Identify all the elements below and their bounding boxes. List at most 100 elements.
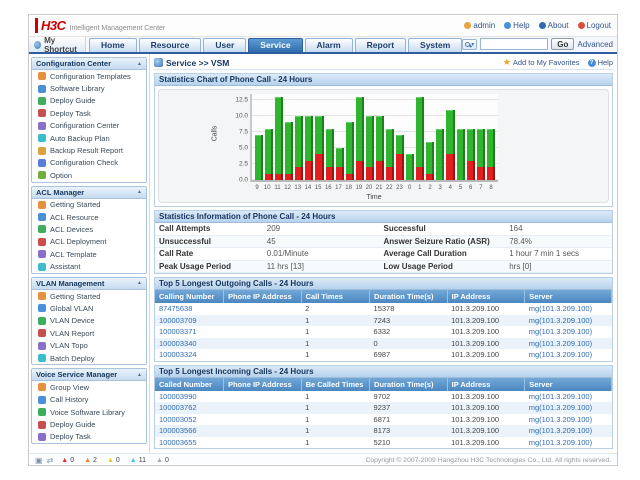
number-link[interactable]: 100003371	[155, 326, 223, 338]
chart-panel: Statistics Chart of Phone Call - 24 Hour…	[154, 73, 613, 207]
column-header-be-called-times[interactable]: Be Called Times	[301, 378, 369, 391]
tab-resource[interactable]: Resource	[139, 38, 202, 52]
collapse-icon[interactable]: ▲	[137, 61, 142, 67]
number-link[interactable]: 100003340	[155, 338, 223, 350]
number-link[interactable]: 100003762	[155, 402, 223, 414]
number-link[interactable]: 100003709	[155, 315, 223, 327]
number-link[interactable]: 100003990	[155, 391, 223, 403]
collapse-icon[interactable]: ▲	[137, 372, 142, 378]
sidebar-item-acl-devices[interactable]: ACL Devices	[32, 223, 146, 235]
server-link[interactable]: mg(101.3.209.100)	[525, 349, 612, 361]
server-link[interactable]: mg(101.3.209.100)	[525, 338, 612, 350]
stats-panel-title: Statistics Information of Phone Call - 2…	[155, 211, 612, 223]
sidebar-section-header-voice-service-manager[interactable]: Voice Service Manager▲	[32, 369, 146, 381]
sidebar-item-assistant[interactable]: Assistant	[32, 260, 146, 272]
number-link[interactable]: 87475638	[155, 303, 223, 315]
sidebar: Configuration Center▲Configuration Templ…	[29, 54, 150, 453]
server-link[interactable]: mg(101.3.209.100)	[525, 425, 612, 437]
admin-link[interactable]: admin	[464, 21, 495, 30]
logout-link[interactable]: Logout	[578, 21, 611, 30]
sidebar-item-global-vlan[interactable]: Global VLAN	[32, 302, 146, 314]
info-alarm-indicator[interactable]: ▲0	[156, 457, 169, 464]
number-link[interactable]: 100003566	[155, 425, 223, 437]
sidebar-section-header-vlan-management[interactable]: VLAN Management▲	[32, 278, 146, 290]
server-link[interactable]: mg(101.3.209.100)	[525, 303, 612, 315]
minor-alarm-indicator[interactable]: ▲0	[107, 457, 120, 464]
sidebar-item-configuration-templates[interactable]: Configuration Templates	[32, 70, 146, 82]
sidebar-item-backup-result-report[interactable]: Backup Result Report	[32, 144, 146, 156]
sidebar-section-header-acl-manager[interactable]: ACL Manager▲	[32, 187, 146, 199]
major-alarm-indicator[interactable]: ▲2	[84, 457, 97, 464]
column-header-server[interactable]: Server	[525, 378, 612, 391]
table-cell: 101.3.209.100	[447, 425, 525, 437]
sidebar-item-software-library[interactable]: Software Library	[32, 82, 146, 94]
column-header-phone-ip-address[interactable]: Phone IP Address	[223, 378, 301, 391]
search-input[interactable]	[480, 38, 548, 50]
column-header-ip-address[interactable]: IP Address	[447, 290, 525, 303]
stat-value: 11 hrs [13]	[267, 262, 384, 271]
sidebar-item-auto-backup-plan[interactable]: Auto Backup Plan	[32, 132, 146, 144]
table-cell: 9702	[370, 391, 448, 403]
bar-hour-13	[295, 116, 303, 180]
my-shortcut-button[interactable]: My Shortcut	[29, 37, 86, 52]
column-header-duration-time-s[interactable]: Duration Time(s)	[370, 290, 448, 303]
sidebar-item-batch-deploy[interactable]: Batch Deploy	[32, 352, 146, 364]
sidebar-item-option[interactable]: Option	[32, 169, 146, 181]
server-link[interactable]: mg(101.3.209.100)	[525, 414, 612, 426]
sidebar-item-acl-deployment[interactable]: ACL Deployment	[32, 236, 146, 248]
tab-report[interactable]: Report	[355, 38, 406, 52]
column-header-phone-ip-address[interactable]: Phone IP Address	[223, 290, 301, 303]
sidebar-item-acl-resource[interactable]: ACL Resource	[32, 211, 146, 223]
column-header-server[interactable]: Server	[525, 290, 612, 303]
column-header-calling-number[interactable]: Calling Number	[155, 290, 223, 303]
search-advanced-link[interactable]: Advanced	[577, 40, 613, 49]
server-link[interactable]: mg(101.3.209.100)	[525, 437, 612, 449]
sidebar-item-deploy-guide[interactable]: Deploy Guide	[32, 418, 146, 430]
help-link[interactable]: Help	[504, 21, 529, 30]
tab-home[interactable]: Home	[89, 38, 137, 52]
sidebar-item-configuration-check[interactable]: Configuration Check	[32, 157, 146, 169]
critical-alarm-indicator[interactable]: ▲0	[61, 457, 74, 464]
sidebar-item-group-view[interactable]: Group View	[32, 381, 146, 393]
column-header-duration-time-s[interactable]: Duration Time(s)	[370, 378, 448, 391]
sidebar-item-configuration-center[interactable]: Configuration Center	[32, 120, 146, 132]
column-header-call-times[interactable]: Call Times	[301, 290, 369, 303]
sidebar-item-vlan-topo[interactable]: VLAN Topo	[32, 339, 146, 351]
server-link[interactable]: mg(101.3.209.100)	[525, 315, 612, 327]
table-cell: 6332	[370, 326, 448, 338]
column-header-called-number[interactable]: Called Number	[155, 378, 223, 391]
sidebar-item-call-history[interactable]: Call History	[32, 394, 146, 406]
sidebar-item-deploy-task[interactable]: Deploy Task	[32, 107, 146, 119]
tab-user[interactable]: User	[203, 38, 246, 52]
acl-devices-icon	[38, 225, 46, 233]
sidebar-item-getting-started[interactable]: Getting Started	[32, 199, 146, 211]
number-link[interactable]: 100003324	[155, 349, 223, 361]
sidebar-item-vlan-device[interactable]: VLAN Device	[32, 315, 146, 327]
add-to-favorites-link[interactable]: ★ Add to My Favorites	[503, 58, 580, 67]
sidebar-item-vlan-report[interactable]: VLAN Report	[32, 327, 146, 339]
about-link[interactable]: About	[539, 21, 569, 30]
tab-service[interactable]: Service	[248, 38, 302, 52]
collapse-icon[interactable]: ▲	[137, 189, 142, 195]
tab-alarm[interactable]: Alarm	[305, 38, 353, 52]
sidebar-item-acl-template[interactable]: ACL Template	[32, 248, 146, 260]
number-link[interactable]: 100003052	[155, 414, 223, 426]
server-link[interactable]: mg(101.3.209.100)	[525, 391, 612, 403]
table-row: 10000376219237101.3.209.100mg(101.3.209.…	[155, 402, 612, 414]
collapse-icon[interactable]: ▲	[137, 280, 142, 286]
sidebar-item-deploy-task[interactable]: Deploy Task	[32, 431, 146, 443]
server-link[interactable]: mg(101.3.209.100)	[525, 402, 612, 414]
search-go-button[interactable]: Go	[551, 38, 574, 50]
column-header-ip-address[interactable]: IP Address	[447, 378, 525, 391]
page-help-link[interactable]: ? Help	[588, 58, 613, 67]
tab-system[interactable]: System	[408, 38, 462, 52]
server-link[interactable]: mg(101.3.209.100)	[525, 326, 612, 338]
warning-alarm-indicator[interactable]: ▲11	[130, 457, 146, 464]
sidebar-item-getting-started[interactable]: Getting Started	[32, 290, 146, 302]
sidebar-item-deploy-guide[interactable]: Deploy Guide	[32, 95, 146, 107]
sidebar-item-voice-software-library[interactable]: Voice Software Library	[32, 406, 146, 418]
number-link[interactable]: 100003655	[155, 437, 223, 449]
sidebar-section-header-configuration-center[interactable]: Configuration Center▲	[32, 58, 146, 70]
chart-y-tick-label: 7.5	[239, 129, 248, 136]
search-scope-dropdown[interactable]: ▾	[462, 39, 477, 50]
